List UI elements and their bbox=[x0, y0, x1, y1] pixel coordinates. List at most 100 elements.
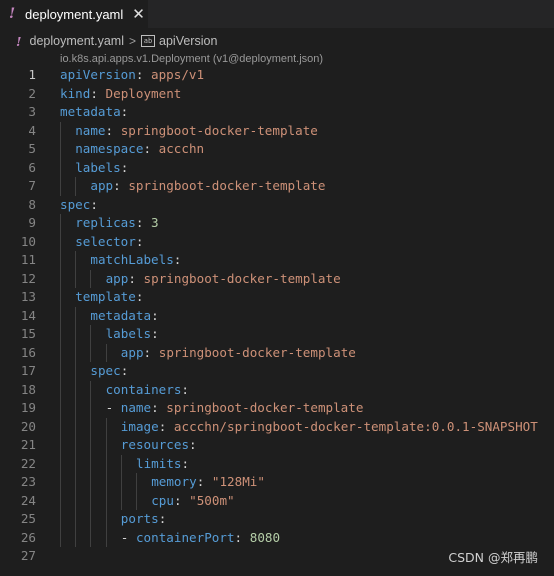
indent-guide bbox=[60, 325, 61, 344]
code-line[interactable]: 3 metadata: bbox=[0, 103, 554, 122]
code-line[interactable]: 9 replicas: 3 bbox=[0, 214, 554, 233]
code-line[interactable]: 12 app: springboot-docker-template bbox=[0, 269, 554, 288]
yaml-colon: : bbox=[143, 344, 152, 360]
code-text: metadata: bbox=[60, 103, 128, 122]
indent-guide bbox=[105, 528, 107, 547]
code-text: template: bbox=[75, 288, 143, 307]
yaml-key: metadata bbox=[60, 104, 121, 119]
indent-guide bbox=[60, 510, 61, 529]
indent-guide bbox=[105, 491, 107, 510]
schema-codelens[interactable]: io.k8s.api.apps.v1.Deployment (v1@deploy… bbox=[60, 53, 323, 67]
line-number: 9 bbox=[28, 215, 36, 230]
yaml-colon: : bbox=[151, 307, 159, 323]
code-line[interactable]: 4 name: springboot-docker-template bbox=[0, 121, 554, 140]
yaml-colon: : bbox=[234, 529, 243, 545]
indent-guide bbox=[75, 306, 77, 325]
code-line[interactable]: 16 app: springboot-docker-template bbox=[0, 343, 554, 363]
code-line[interactable]: 18 containers: bbox=[0, 380, 554, 399]
indent-guide bbox=[75, 362, 77, 381]
tab-bar: ! deployment.yaml ✕ bbox=[0, 0, 554, 28]
breadcrumb-separator: > bbox=[129, 34, 137, 48]
code-line[interactable]: 6 labels: bbox=[0, 158, 554, 177]
close-icon[interactable]: ✕ bbox=[132, 5, 145, 23]
indent-guide bbox=[136, 473, 137, 492]
code-editor[interactable]: 1 apiVersion: apps/v1 2 kind: Deployment 3 me… bbox=[0, 66, 554, 566]
code-line[interactable]: 23 memory: "128Mi" bbox=[0, 473, 554, 492]
yaml-key: memory bbox=[151, 474, 197, 489]
line-number: 14 bbox=[20, 307, 36, 323]
yaml-key: apiVersion bbox=[60, 67, 136, 82]
code-line[interactable]: 11 matchLabels: bbox=[0, 251, 554, 270]
code-line[interactable]: 22 limits: bbox=[0, 454, 554, 474]
code-text: app: springboot-docker-template bbox=[90, 177, 325, 196]
indent-guide bbox=[75, 417, 77, 436]
indent-guide bbox=[120, 454, 122, 473]
code-text: spec: bbox=[60, 196, 98, 215]
yaml-colon: : bbox=[105, 122, 114, 138]
indent-guide bbox=[60, 251, 61, 270]
code-text: resources: bbox=[121, 436, 197, 455]
indent-guide bbox=[75, 510, 77, 529]
code-line[interactable]: 15 labels: bbox=[0, 325, 554, 344]
indent-guide bbox=[75, 325, 77, 344]
yaml-value: Deployment bbox=[105, 85, 182, 101]
yaml-key: image bbox=[120, 418, 159, 434]
yaml-value: springboot-docker-template bbox=[143, 270, 341, 286]
yaml-value: apps/v1 bbox=[151, 67, 205, 82]
code-text: cpu: "500m" bbox=[151, 492, 234, 511]
code-text: apiVersion: apps/v1 bbox=[60, 66, 204, 85]
code-text: app: springboot-docker-template bbox=[121, 344, 356, 363]
indent-guide bbox=[105, 473, 107, 492]
tab-deployment-yaml[interactable]: ! deployment.yaml ✕ bbox=[0, 0, 148, 28]
code-line[interactable]: 14 metadata: bbox=[0, 306, 554, 325]
code-line[interactable]: 1 apiVersion: apps/v1 bbox=[0, 66, 554, 85]
yaml-colon: : bbox=[143, 141, 152, 156]
code-text: matchLabels: bbox=[90, 251, 181, 270]
indent-guide bbox=[90, 269, 92, 288]
code-line[interactable]: 17 spec: bbox=[0, 362, 554, 381]
code-line[interactable]: 13 template: bbox=[0, 288, 554, 307]
code-line[interactable]: 24 cpu: "500m" bbox=[0, 491, 554, 511]
breadcrumb-symbol[interactable]: apiVersion bbox=[159, 34, 217, 48]
code-line[interactable]: 26 - containerPort: 8080 bbox=[0, 528, 554, 547]
code-line[interactable]: 5 namespace: accchn bbox=[0, 140, 554, 159]
yaml-colon: : bbox=[113, 178, 121, 193]
yaml-colon: : bbox=[128, 270, 136, 286]
indent-guide bbox=[60, 436, 61, 455]
code-line[interactable]: 21 resources: bbox=[0, 436, 554, 455]
indent-guide bbox=[60, 454, 61, 473]
code-text: memory: "128Mi" bbox=[151, 473, 265, 492]
breadcrumb-file[interactable]: deployment.yaml bbox=[30, 34, 125, 48]
yaml-value: accchn bbox=[158, 141, 205, 156]
indent-guide bbox=[75, 399, 77, 418]
line-number: 13 bbox=[20, 289, 36, 304]
code-line[interactable]: 7 app: springboot-docker-template bbox=[0, 177, 554, 196]
line-number: 1 bbox=[28, 67, 36, 82]
code-line[interactable]: 10 selector: bbox=[0, 232, 554, 251]
yaml-value: "128Mi" bbox=[211, 474, 265, 489]
line-number: 19 bbox=[20, 400, 36, 415]
yaml-colon: : bbox=[120, 363, 129, 378]
indent-guide bbox=[60, 232, 61, 251]
yaml-value: accchn/springboot-docker-template:0.0.1-… bbox=[173, 418, 538, 434]
line-number: 11 bbox=[20, 252, 36, 267]
code-line[interactable]: 8 spec: bbox=[0, 196, 554, 215]
code-line[interactable]: 19 - name: springboot-docker-template bbox=[0, 399, 554, 418]
indent-guide bbox=[60, 528, 61, 547]
indent-guide bbox=[120, 473, 122, 492]
indent-guide bbox=[60, 473, 61, 492]
code-line[interactable]: 25 ports: bbox=[0, 510, 554, 529]
yaml-file-icon: ! bbox=[16, 33, 22, 49]
code-text: limits: bbox=[136, 455, 189, 474]
indent-guide bbox=[75, 343, 77, 362]
yaml-key: app bbox=[90, 178, 114, 193]
code-line[interactable]: 2 kind: Deployment bbox=[0, 85, 554, 104]
indent-guide bbox=[75, 380, 77, 399]
code-text: kind: Deployment bbox=[60, 85, 181, 104]
yaml-key: labels bbox=[105, 326, 152, 341]
indent-guide bbox=[60, 399, 61, 418]
indent-guide bbox=[75, 473, 77, 492]
code-line[interactable]: 20 image: accchn/springboot-docker-templa… bbox=[0, 417, 554, 436]
line-number: 21 bbox=[20, 437, 36, 452]
indent-guide bbox=[90, 510, 92, 529]
